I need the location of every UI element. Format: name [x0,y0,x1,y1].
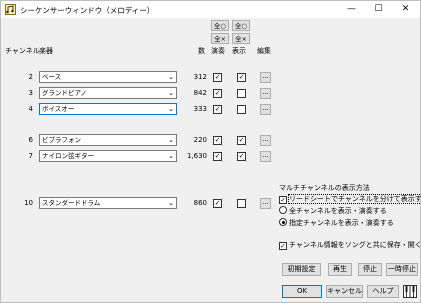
event-count: 312 [193,73,207,81]
save-with-song-checkbox[interactable]: ✓ チャンネル情報をソングと共に保存・開く [279,240,421,250]
instrument-name: ビブラフォン [42,136,81,144]
window-title: シーケンサーウィンドウ（メロディー） [20,6,155,15]
help-button[interactable]: ヘルプ [367,285,399,298]
event-count: 220 [193,136,207,144]
maximize-button[interactable]: ☐ [365,1,392,18]
piano-keyboard-icon[interactable] [403,285,417,298]
app-icon [5,4,16,15]
minimize-button[interactable]: — [338,1,365,18]
instrument-name: ナイロン弦ギター [42,152,94,160]
edit-button[interactable]: ... [260,88,271,99]
all-on-play-button[interactable]: 全○ [211,20,229,31]
save-with-song-box: ✓ [279,242,287,250]
all-on-display-button[interactable]: 全○ [232,20,250,31]
pause-button[interactable]: 一時停止 [386,263,418,276]
edit-button[interactable]: ... [260,198,271,209]
specified-channels-radio-dot [279,218,287,226]
split-channels-box: ✓ [279,196,287,204]
instrument-header: 楽器 [39,47,53,55]
display-checkbox[interactable] [237,89,246,98]
play-checkbox[interactable]: ✓ [213,73,222,82]
edit-button[interactable]: ... [260,72,271,83]
edit-button[interactable]: ... [260,151,271,162]
instrument-name: スタンダードドラム [42,199,101,207]
instrument-select[interactable]: ビブラフォン ⌄ [39,134,177,146]
ok-button[interactable]: OK [282,285,322,298]
specified-channels-label: 指定チャンネルを表示・演奏する [289,219,394,227]
play-checkbox[interactable]: ✓ [213,89,222,98]
play-checkbox[interactable]: ✓ [213,199,222,208]
instrument-select[interactable]: グランドピアノ ⌄ [39,87,177,99]
play-checkbox[interactable]: ✓ [213,152,222,161]
instrument-name: ベース [42,73,62,81]
cancel-button[interactable]: キャンセル [326,285,363,298]
count-header: 数 [198,47,205,55]
all-channels-radio[interactable]: 全チャンネルを表示・演奏する [279,206,387,216]
specified-channels-radio[interactable]: 指定チャンネルを表示・演奏する [279,218,394,228]
play-button[interactable]: 再生 [328,263,352,276]
display-checkbox[interactable] [237,105,246,114]
display-checkbox[interactable]: ✓ [237,152,246,161]
edit-button[interactable]: ... [260,104,271,115]
multichannel-panel: マルチチャンネルの表示方法 ✓ リードシートでチャンネルを分けて表示する 全チャン… [279,183,421,253]
channel-number: 6 [28,136,33,144]
edit-button[interactable]: ... [260,135,271,146]
instrument-name: ボイスオー [42,105,75,113]
all-channels-label: 全チャンネルを表示・演奏する [289,207,387,215]
channel-number: 4 [28,105,33,113]
close-button[interactable]: ✕ [392,1,419,18]
event-count: 842 [193,89,207,97]
instrument-select[interactable]: スタンダードドラム ⌄ [39,197,177,209]
channel-number: 7 [28,152,33,160]
instrument-select[interactable]: ナイロン弦ギター ⌄ [39,150,177,162]
channel-number: 2 [28,73,33,81]
event-count: 860 [193,199,207,207]
event-count: 1,630 [186,152,207,160]
all-off-display-button[interactable]: 全× [232,33,250,44]
edit-header: 編集 [257,47,271,55]
channel-number: 10 [24,199,33,207]
stop-button[interactable]: 停止 [358,263,382,276]
all-channels-radio-dot [279,206,287,214]
instrument-name: グランドピアノ [42,89,87,97]
instrument-select[interactable]: ベース ⌄ [39,71,177,83]
event-count: 333 [193,105,207,113]
multichannel-title: マルチチャンネルの表示方法 [279,184,370,192]
play-header: 演奏 [211,47,225,55]
display-checkbox[interactable] [237,199,246,208]
all-off-play-button[interactable]: 全× [211,33,229,44]
channel-header: チャンネル [5,47,40,55]
instrument-select[interactable]: ボイスオー ⌄ [39,103,177,115]
display-checkbox[interactable]: ✓ [237,73,246,82]
display-checkbox[interactable]: ✓ [237,136,246,145]
play-checkbox[interactable]: ✓ [213,105,222,114]
split-channels-checkbox[interactable]: ✓ リードシートでチャンネルを分けて表示する [279,194,421,204]
sequencer-window: シーケンサーウィンドウ（メロディー） — ☐ ✕ 全○ 全○ 全× 全× チャン… [0,0,421,303]
split-channels-label: リードシートでチャンネルを分けて表示する [288,194,421,204]
reset-button[interactable]: 初期設定 [282,263,321,276]
channel-number: 3 [28,89,33,97]
play-checkbox[interactable]: ✓ [213,136,222,145]
display-header: 表示 [232,47,246,55]
save-with-song-label: チャンネル情報をソングと共に保存・開く [289,241,421,249]
title-bar: シーケンサーウィンドウ（メロディー） — ☐ ✕ [1,1,420,18]
